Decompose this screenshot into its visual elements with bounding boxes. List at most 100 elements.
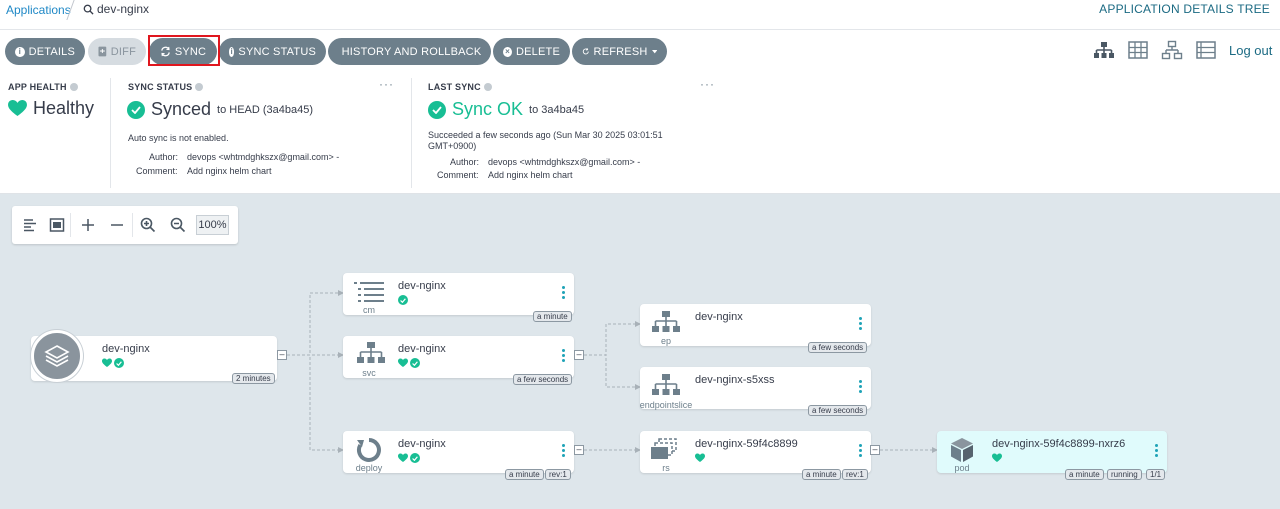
check-circle-icon: [428, 100, 446, 119]
resource-node-endpointslice[interactable]: endpointslice dev-nginx-s5xss a few seco…: [640, 367, 871, 416]
check-circle-icon: [127, 100, 145, 119]
minus-icon[interactable]: [108, 216, 126, 234]
info-icon: i: [15, 46, 25, 57]
collapse-toggle[interactable]: –: [870, 445, 880, 455]
app-node-status: [102, 358, 124, 368]
delete-button[interactable]: × DELETE: [493, 38, 570, 65]
sync-highlight-box: [148, 35, 220, 66]
heart-icon: [695, 453, 705, 462]
check-circle-icon: [410, 453, 420, 463]
logout-link[interactable]: Log out: [1229, 43, 1272, 58]
top-bar: Applications dev-nginx APPLICATION DETAI…: [0, 0, 1280, 30]
breadcrumb-applications[interactable]: Applications: [6, 3, 71, 17]
node-kind-label: svc: [362, 368, 376, 378]
list-view-icon[interactable]: [1195, 40, 1217, 60]
resource-node-pod[interactable]: pod dev-nginx-59f4c8899-nxrz6 a minute r…: [937, 431, 1167, 480]
node-kind-label: deploy: [355, 463, 383, 473]
node-name: dev-nginx: [398, 343, 446, 355]
tree-view-icon[interactable]: [1093, 40, 1115, 60]
last-sync-menu-icon[interactable]: ···: [700, 77, 715, 91]
sync-status-button[interactable]: i SYNC STATUS: [219, 38, 326, 65]
node-name: dev-nginx: [398, 280, 446, 292]
column-divider: [110, 78, 111, 188]
node-age-badge: a minute: [505, 469, 544, 480]
endpoints-icon: [652, 311, 680, 332]
node-age-badge: a minute: [533, 311, 572, 322]
diff-label: DIFF: [110, 45, 136, 58]
status-panel: APP HEALTH Healthy SYNC STATUS ··· Synce…: [0, 70, 1280, 194]
node-name: dev-nginx: [398, 438, 446, 450]
node-menu-icon[interactable]: [859, 444, 862, 459]
help-icon[interactable]: [483, 83, 492, 91]
heart-icon: [398, 453, 408, 462]
pods-view-icon[interactable]: [1127, 40, 1149, 60]
node-status: [398, 358, 420, 368]
details-button[interactable]: i DETAILS: [5, 38, 85, 65]
zoom-separator: [132, 213, 133, 237]
node-revision-badge: rev:1: [545, 469, 571, 480]
node-menu-icon[interactable]: [1155, 444, 1158, 459]
last-sync-value-row: Sync OK to 3a4ba45: [428, 99, 584, 120]
service-icon: [357, 342, 385, 363]
node-menu-icon[interactable]: [562, 286, 565, 301]
zoom-in-icon[interactable]: [139, 216, 157, 234]
node-age-badge: a minute: [1065, 469, 1104, 480]
zoom-out-icon[interactable]: [169, 216, 187, 234]
last-sync-target: to 3a4ba45: [529, 103, 585, 116]
sync-status-menu-icon[interactable]: ···: [379, 77, 394, 91]
resource-node-svc[interactable]: svc dev-nginx a few seconds: [343, 336, 574, 385]
heart-icon: [8, 100, 27, 117]
node-age-badge: a few seconds: [808, 405, 868, 416]
node-menu-icon[interactable]: [562, 349, 565, 364]
sync-status-value: Synced: [151, 99, 212, 119]
collapse-toggle[interactable]: –: [277, 350, 287, 360]
collapse-toggle[interactable]: –: [574, 445, 584, 455]
history-label: HISTORY AND ROLLBACK: [341, 45, 482, 58]
node-name: dev-nginx: [695, 311, 743, 323]
delete-label: DELETE: [516, 45, 560, 58]
diff-button[interactable]: DIFF: [88, 38, 146, 65]
help-icon[interactable]: [195, 83, 204, 91]
resource-node-rs[interactable]: rs dev-nginx-59f4c8899 a minute rev:1: [640, 431, 871, 480]
last-sync-author-value: devops <whtmdghkszx@gmail.com> -: [488, 157, 641, 167]
node-age-badge: a few seconds: [808, 342, 868, 353]
node-age-badge: a minute: [802, 469, 841, 480]
help-icon[interactable]: [69, 83, 78, 91]
breadcrumb-current[interactable]: dev-nginx: [83, 2, 149, 16]
zoom-separator: [70, 213, 71, 237]
deployment-icon: [356, 438, 381, 462]
node-menu-icon[interactable]: [859, 317, 862, 332]
resource-node-deploy[interactable]: deploy dev-nginx a minute rev:1: [343, 431, 574, 480]
align-left-icon[interactable]: [21, 216, 39, 234]
node-menu-icon[interactable]: [562, 444, 565, 459]
refresh-icon: [582, 47, 589, 55]
resource-node-cm[interactable]: cm dev-nginx a minute: [343, 273, 574, 322]
node-kind-label: pod: [954, 463, 970, 473]
app-node-name: dev-nginx: [102, 343, 150, 355]
fit-image-icon[interactable]: [48, 216, 66, 234]
resource-node-ep[interactable]: ep dev-nginx a few seconds: [640, 304, 871, 353]
configmap-icon: [354, 282, 384, 302]
node-menu-icon[interactable]: [859, 380, 862, 395]
last-sync-comment-value: Add nginx helm chart: [488, 170, 573, 180]
node-age-badge: a few seconds: [513, 374, 573, 385]
last-sync-comment-label: Comment:: [437, 170, 479, 180]
history-rollback-button[interactable]: HISTORY AND ROLLBACK: [328, 38, 491, 65]
heart-icon: [992, 453, 1002, 462]
endpointslice-icon: [652, 374, 680, 395]
close-circle-icon: ×: [503, 46, 512, 57]
zoom-level[interactable]: 100%: [196, 215, 229, 235]
network-view-icon[interactable]: [1161, 40, 1183, 60]
sync-status-label: SYNC STATUS: [128, 82, 193, 92]
app-node-age-badge: 2 minutes: [232, 373, 275, 384]
last-sync-succeeded-2: GMT+0900): [428, 141, 477, 151]
collapse-toggle[interactable]: –: [574, 350, 584, 360]
app-health-label: APP HEALTH: [8, 82, 67, 92]
refresh-button[interactable]: REFRESH: [572, 38, 667, 65]
sync-comment-value: Add nginx helm chart: [187, 166, 272, 176]
plus-icon[interactable]: [79, 216, 97, 234]
check-circle-icon: [114, 358, 124, 368]
details-label: DETAILS: [28, 45, 75, 58]
search-icon: [83, 4, 94, 15]
view-switcher: [1093, 40, 1217, 60]
